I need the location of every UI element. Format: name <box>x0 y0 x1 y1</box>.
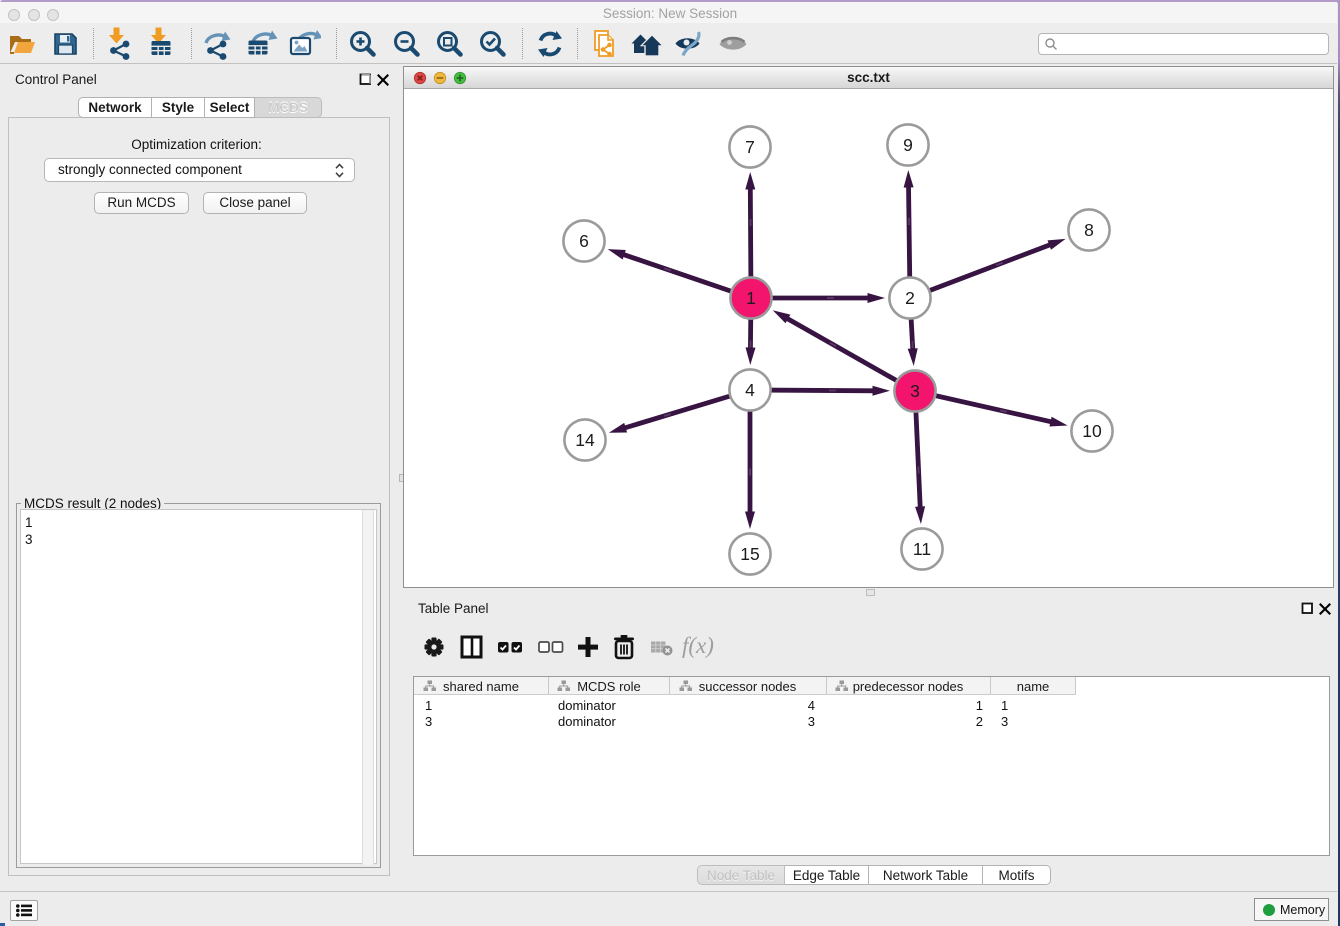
svg-text:4: 4 <box>745 380 755 400</box>
svg-text:6: 6 <box>579 231 589 251</box>
svg-text:2: 2 <box>905 288 915 308</box>
svg-text:9: 9 <box>903 135 913 155</box>
svg-text:1: 1 <box>746 288 756 308</box>
svg-text:7: 7 <box>745 137 755 157</box>
svg-text:8: 8 <box>1084 220 1094 240</box>
svg-text:15: 15 <box>740 544 759 564</box>
svg-text:10: 10 <box>1082 421 1102 441</box>
svg-text:14: 14 <box>575 430 595 450</box>
svg-text:11: 11 <box>913 539 931 559</box>
svg-text:3: 3 <box>910 381 920 401</box>
